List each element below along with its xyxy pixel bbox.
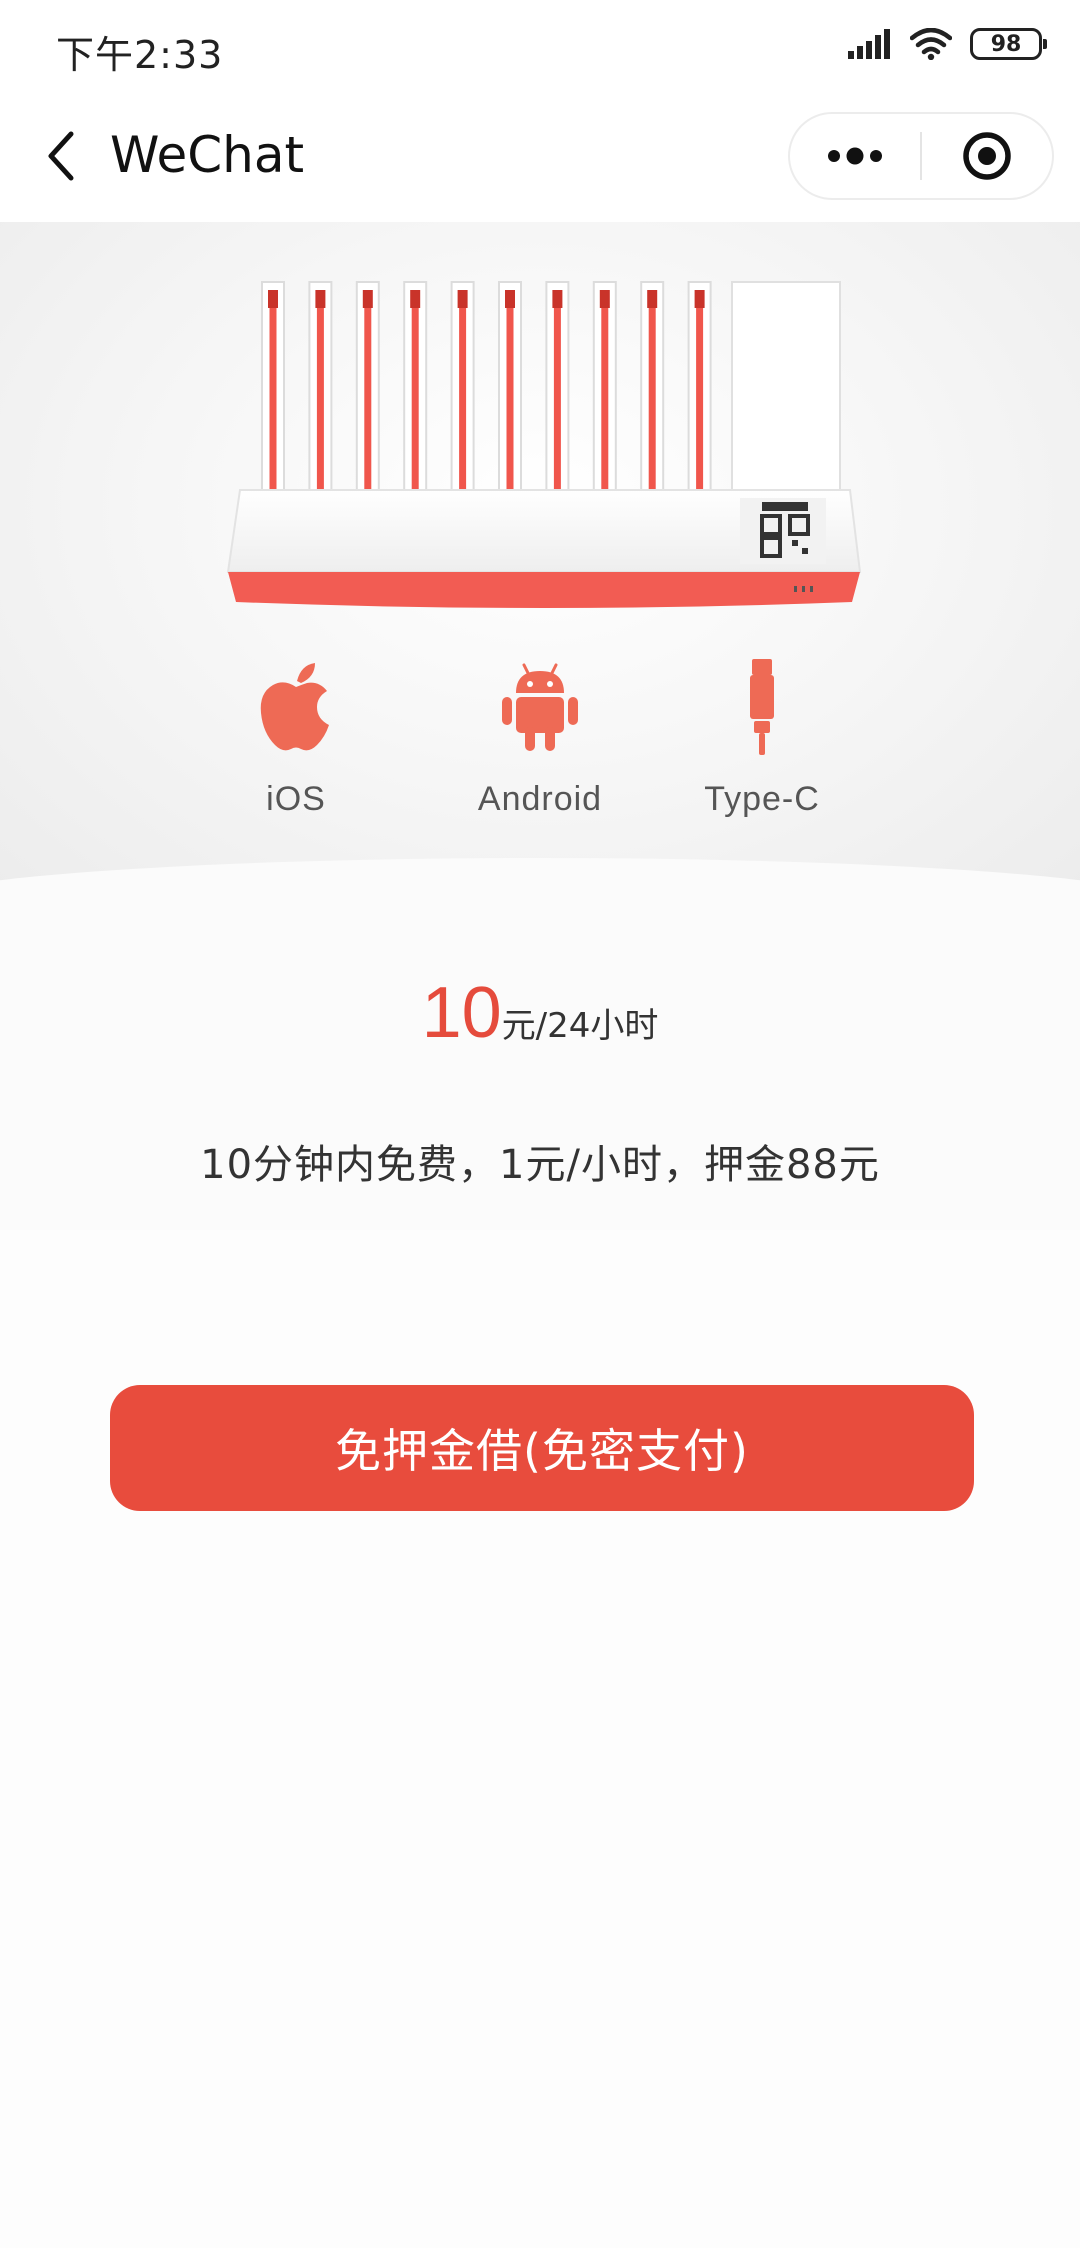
hero-banner: iOS Android Type-C (0, 222, 1080, 900)
charging-cable (411, 308, 419, 490)
charging-cable (364, 308, 372, 490)
platform-list: iOS Android Type-C (0, 652, 1080, 852)
status-time: 下午2:33 (56, 33, 224, 77)
cable-plug (552, 290, 563, 308)
charging-cable (459, 308, 467, 490)
nav-title: WeChat (110, 126, 305, 184)
borrow-button[interactable]: 免押金借(免密支付) (110, 1385, 974, 1511)
close-button[interactable] (922, 114, 1052, 198)
cable-plug (505, 290, 515, 308)
pricing-section: 10元/24小时 10分钟内免费，1元/小时，押金88元 (0, 900, 1080, 1230)
platform-label-android: Android (477, 780, 603, 818)
wifi-icon (910, 28, 952, 60)
price-line: 10元/24小时 (0, 972, 1080, 1054)
back-button[interactable] (30, 126, 90, 186)
back-arrow-icon (48, 131, 74, 181)
charging-cable (269, 308, 277, 490)
price-value: 10 (421, 973, 502, 1053)
platform-label-ios: iOS (266, 780, 326, 818)
cable-plug (694, 290, 705, 308)
cable-plug (599, 290, 610, 308)
charging-cable (506, 308, 514, 490)
status-icons: 98 (848, 28, 1047, 60)
status-bar: 下午2:33 98 (0, 0, 1080, 100)
android-icon (502, 663, 578, 751)
more-dots-icon (828, 147, 882, 165)
cable-plug (457, 290, 468, 308)
close-target-icon (963, 132, 1011, 180)
cable-plug (410, 290, 421, 308)
cable-plug (268, 290, 278, 308)
platform-item-ios: iOS (196, 652, 396, 819)
charging-station-illustration (226, 281, 862, 608)
charging-cable (601, 308, 609, 490)
signal-bars-icon (848, 29, 890, 59)
charging-cable (696, 308, 704, 490)
charging-cable (648, 308, 656, 490)
price-unit: 元/24小时 (501, 1006, 659, 1046)
pricing-rule: 10分钟内免费，1元/小时，押金88元 (200, 1142, 880, 1188)
qr-code-icon (740, 498, 826, 564)
cable-plug (647, 290, 658, 308)
usb-type-c-icon (750, 659, 774, 755)
charging-cable (553, 308, 561, 490)
charging-cable (316, 308, 324, 490)
apple-icon (260, 663, 329, 751)
battery-indicator: 98 (970, 28, 1047, 60)
platform-item-android: Android (440, 652, 640, 819)
more-button[interactable] (790, 114, 920, 198)
capsule-menu (788, 112, 1054, 200)
battery-level: 98 (990, 31, 1022, 57)
platform-item-type-c: Type-C (662, 652, 862, 819)
platform-label-type-c: Type-C (704, 780, 820, 818)
hero-curve (0, 858, 1080, 900)
cable-plug (362, 290, 373, 308)
nav-bar: WeChat (0, 100, 1080, 222)
cable-plug (315, 290, 326, 308)
